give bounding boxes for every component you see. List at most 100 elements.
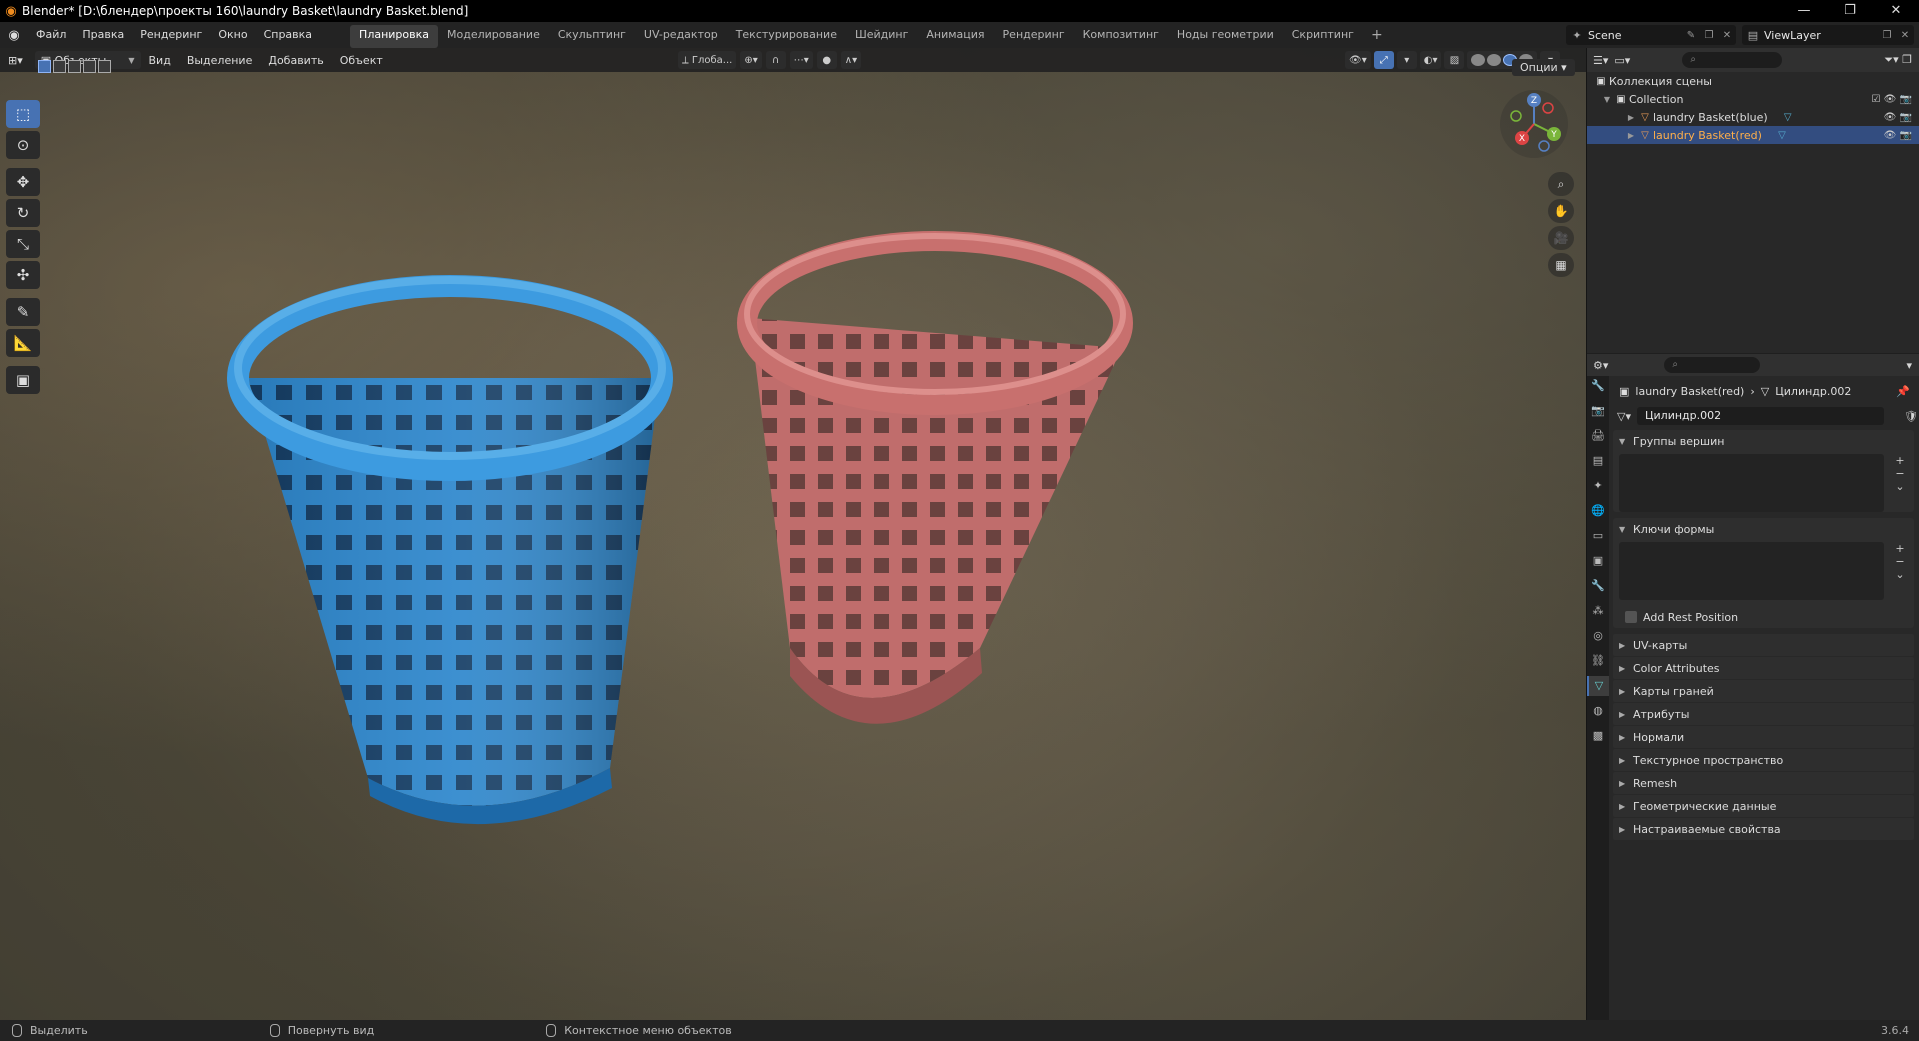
options-dropdown[interactable]: Опции ▾: [1512, 59, 1575, 76]
xray-icon[interactable]: ▨: [1444, 51, 1465, 69]
panel-color-attributes[interactable]: ▶ Color Attributes: [1613, 657, 1914, 679]
solid-shading-icon[interactable]: [1487, 54, 1502, 66]
vertex-groups-list[interactable]: + − ⌄: [1619, 454, 1905, 512]
add-icon[interactable]: +: [1890, 542, 1910, 555]
panel-face-maps[interactable]: ▶ Карты граней: [1613, 680, 1914, 702]
scene-selector[interactable]: ✦ Scene ✎ ❐ ✕: [1566, 25, 1736, 45]
perspective-grid-icon[interactable]: ▦: [1548, 253, 1574, 277]
panel-texture-space[interactable]: ▶ Текстурное пространство: [1613, 749, 1914, 771]
scale-tool-icon[interactable]: ⤡: [6, 230, 40, 258]
select-intersect-icon[interactable]: [98, 60, 111, 73]
item-visibility[interactable]: 👁 📷: [1884, 112, 1912, 123]
tool-tab-icon[interactable]: 🔧: [1587, 376, 1609, 396]
minimize-button[interactable]: —: [1781, 0, 1827, 22]
menu-file[interactable]: Файл: [28, 22, 74, 48]
menu-add[interactable]: Добавить: [260, 54, 331, 67]
tab-animation[interactable]: Анимация: [917, 25, 993, 48]
tab-texture-paint[interactable]: Текстурирование: [727, 25, 846, 48]
mesh-name-field[interactable]: Цилиндр.002: [1636, 407, 1885, 425]
outliner-search-input[interactable]: ⌕: [1682, 52, 1783, 68]
editor-type-icon[interactable]: ⚙▾: [1593, 359, 1608, 372]
menu-edit[interactable]: Правка: [74, 22, 132, 48]
display-mode-icon[interactable]: ▭▾: [1614, 54, 1630, 67]
fake-user-icon[interactable]: 🛡: [1904, 410, 1918, 423]
properties-search-input[interactable]: ⌕: [1664, 357, 1761, 373]
expand-arrow-icon[interactable]: ▼: [1601, 95, 1613, 104]
add-cube-tool-icon[interactable]: ▣: [6, 366, 40, 394]
constraints-tab-icon[interactable]: ⛓: [1587, 651, 1609, 671]
outliner-item-blue[interactable]: ▶ ▽ laundry Basket(blue) ▽ 👁 📷: [1587, 108, 1919, 126]
tab-scripting[interactable]: Скриптинг: [1283, 25, 1363, 48]
menu-window[interactable]: Окно: [210, 22, 255, 48]
select-extend-icon[interactable]: [53, 60, 66, 73]
chevron-down-icon[interactable]: ▾: [1906, 359, 1912, 372]
wireframe-shading-icon[interactable]: [1471, 54, 1486, 66]
panel-uv-maps[interactable]: ▶ UV-карты: [1613, 634, 1914, 656]
snap-icon[interactable]: ∩: [765, 51, 786, 69]
pivot-point-icon[interactable]: ⊕▾: [740, 51, 762, 69]
view-layer-tab-icon[interactable]: ▤: [1587, 451, 1609, 471]
mesh-browse-icon[interactable]: ▽▾: [1617, 410, 1631, 423]
expand-arrow-icon[interactable]: ▶: [1625, 113, 1637, 122]
filter-icon[interactable]: ⏷▾ ❐: [1884, 53, 1912, 67]
select-new-icon[interactable]: [38, 60, 51, 73]
physics-tab-icon[interactable]: ◎: [1587, 626, 1609, 646]
collection-visibility[interactable]: ☑ 👁 📷: [1872, 94, 1912, 105]
panel-remesh[interactable]: ▶ Remesh: [1613, 772, 1914, 794]
cursor-tool-icon[interactable]: ⊙: [6, 131, 40, 159]
panel-normals[interactable]: ▶ Нормали: [1613, 726, 1914, 748]
tab-uv-editing[interactable]: UV-редактор: [635, 25, 727, 48]
remove-icon[interactable]: −: [1890, 555, 1910, 568]
tab-layout[interactable]: Планировка: [350, 25, 439, 48]
material-tab-icon[interactable]: ◍: [1587, 701, 1609, 721]
delete-view-layer-icon[interactable]: ✕: [1896, 30, 1914, 41]
tab-modeling[interactable]: Моделирование: [438, 25, 549, 48]
pan-hand-icon[interactable]: ✋: [1548, 199, 1574, 223]
editor-type-icon[interactable]: ☰▾: [1593, 54, 1608, 67]
gizmo-icon[interactable]: ⤢: [1373, 51, 1394, 69]
vertex-groups-header[interactable]: ▼ Группы вершин: [1613, 430, 1914, 452]
render-tab-icon[interactable]: 📷: [1587, 401, 1609, 421]
panel-geometry-data[interactable]: ▶ Геометрические данные: [1613, 795, 1914, 817]
menu-select[interactable]: Выделение: [179, 54, 261, 67]
specials-menu-icon[interactable]: ⌄: [1890, 480, 1910, 493]
menu-help[interactable]: Справка: [256, 22, 320, 48]
overlay-icon[interactable]: ◐▾: [1419, 51, 1442, 69]
outliner-root[interactable]: ▣ Коллекция сцены: [1587, 72, 1919, 90]
panel-attributes[interactable]: ▶ Атрибуты: [1613, 703, 1914, 725]
3d-viewport[interactable]: ⊞▾ ▣ Объекты ▼ Вид Выделение Добавить Об…: [0, 48, 1586, 1020]
texture-tab-icon[interactable]: ▩: [1587, 726, 1609, 746]
move-tool-icon[interactable]: ✥: [6, 168, 40, 196]
proportional-edit-icon[interactable]: ●: [816, 51, 837, 69]
delete-scene-icon[interactable]: ✕: [1718, 30, 1736, 41]
zoom-icon[interactable]: ⌕: [1548, 172, 1574, 196]
tab-sculpting[interactable]: Скульптинг: [549, 25, 635, 48]
view-layer-selector[interactable]: ▤ ViewLayer ❐ ✕: [1742, 25, 1914, 45]
collection-tab-icon[interactable]: ▭: [1587, 526, 1609, 546]
output-tab-icon[interactable]: 🖨: [1587, 426, 1609, 446]
red-basket[interactable]: [737, 231, 1133, 768]
panel-custom-properties[interactable]: ▶ Настраиваемые свойства: [1613, 818, 1914, 840]
camera-view-icon[interactable]: 🎥: [1548, 226, 1574, 250]
view-layer-name[interactable]: ViewLayer: [1764, 29, 1878, 42]
expand-arrow-icon[interactable]: ▶: [1625, 131, 1637, 140]
particles-tab-icon[interactable]: ⁂: [1587, 601, 1609, 621]
modifier-tab-icon[interactable]: 🔧: [1587, 576, 1609, 596]
select-box-tool-icon[interactable]: ⬚: [6, 100, 40, 128]
item-visibility[interactable]: 👁 📷: [1884, 130, 1912, 141]
pin-icon[interactable]: 📌: [1896, 385, 1910, 398]
specials-menu-icon[interactable]: ⌄: [1890, 568, 1910, 581]
new-scene-icon[interactable]: ❐: [1700, 30, 1718, 41]
pin-icon[interactable]: ✎: [1682, 30, 1700, 41]
maximize-button[interactable]: ❐: [1827, 0, 1873, 22]
transform-tool-icon[interactable]: ✣: [6, 261, 40, 289]
world-tab-icon[interactable]: 🌐: [1587, 501, 1609, 521]
add-icon[interactable]: +: [1890, 454, 1910, 467]
menu-render[interactable]: Рендеринг: [132, 22, 210, 48]
close-button[interactable]: ✕: [1873, 0, 1919, 22]
scene-tab-icon[interactable]: ✦: [1587, 476, 1609, 496]
outliner-collection[interactable]: ▼ ▣ Collection ☑ 👁 📷: [1587, 90, 1919, 108]
mesh-data-tab-icon[interactable]: ▽: [1587, 676, 1609, 696]
blue-basket[interactable]: [227, 275, 673, 848]
menu-view[interactable]: Вид: [141, 54, 179, 67]
